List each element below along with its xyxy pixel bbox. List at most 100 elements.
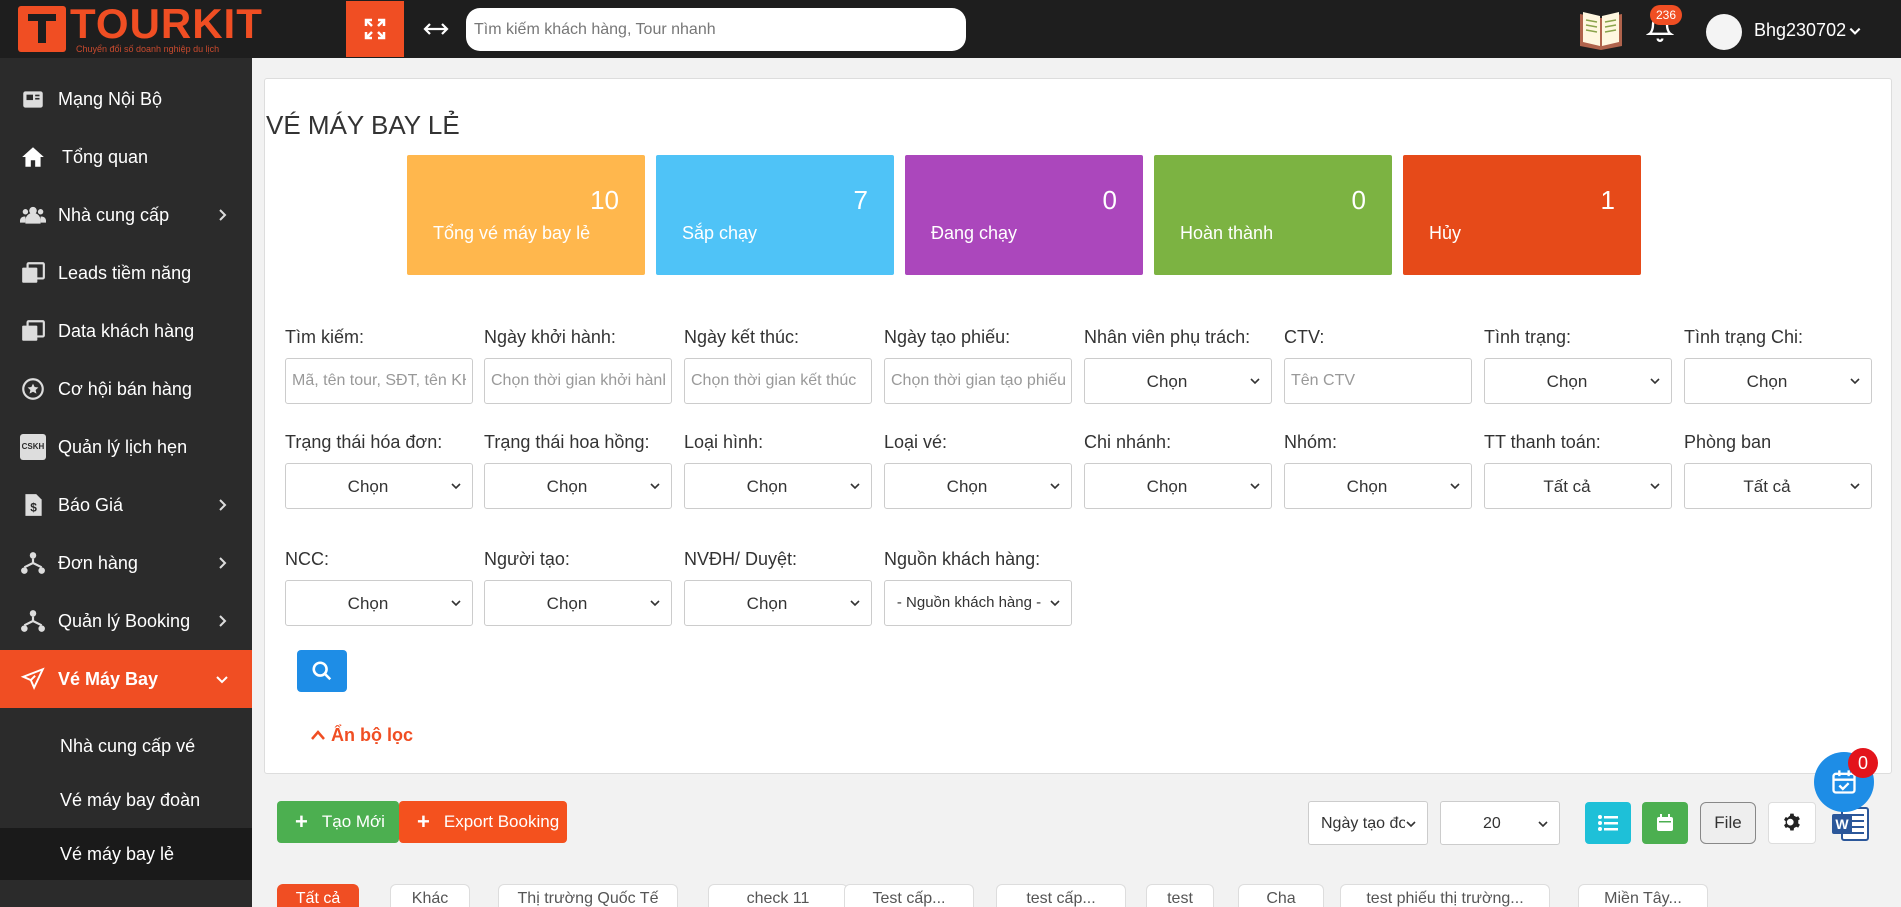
staff-select[interactable]: Chọn xyxy=(1084,358,1272,404)
plus-icon: + xyxy=(417,809,430,834)
tab-check-11[interactable]: check 11 xyxy=(708,884,848,907)
file-button[interactable]: File xyxy=(1700,802,1756,844)
avatar[interactable] xyxy=(1706,14,1742,50)
chevron-right-icon xyxy=(219,499,227,511)
hide-filter-link[interactable]: Ẩn bộ lọc xyxy=(310,725,413,746)
commission-status-select[interactable]: Chọn xyxy=(484,463,672,509)
chevron-right-icon xyxy=(219,615,227,627)
search-label: Tìm kiếm: xyxy=(285,327,364,347)
fullscreen-button[interactable] xyxy=(346,1,404,57)
sidebar-item-leads[interactable]: Leads tiềm năng xyxy=(0,244,252,302)
creator-select[interactable]: Chọn xyxy=(484,580,672,626)
chevron-down-icon xyxy=(1250,483,1260,490)
payment-status-select[interactable]: Tất cả xyxy=(1484,463,1672,509)
created-date-input[interactable] xyxy=(884,358,1072,404)
branch-select[interactable]: Chọn xyxy=(1084,463,1272,509)
stat-value: 0 xyxy=(1102,185,1117,215)
page-size-select[interactable]: 20 xyxy=(1440,801,1560,845)
newspaper-icon xyxy=(23,91,43,108)
commission-status-label: Trạng thái hoa hồng: xyxy=(484,432,650,452)
chevron-down-icon xyxy=(1250,378,1260,385)
sidebar-subitem-label: Vé máy bay lẻ xyxy=(60,844,175,864)
sidebar-item-quotation[interactable]: $ Báo Giá xyxy=(0,476,252,534)
sidebar-item-label: Data khách hàng xyxy=(58,321,195,341)
sidebar-subitem-group-tickets[interactable]: Vé máy bay đoàn xyxy=(0,774,252,826)
group-select[interactable]: Chọn xyxy=(1284,463,1472,509)
gear-icon xyxy=(1784,813,1800,831)
tab-test-cap-1[interactable]: Test cấp... xyxy=(844,884,974,907)
stat-card-upcoming[interactable]: 7 Sắp chạy xyxy=(656,155,894,275)
tab-test[interactable]: test xyxy=(1146,884,1214,907)
tab-cha[interactable]: Cha xyxy=(1238,884,1324,907)
select-value: Ngày tạo đơn xyxy=(1321,815,1405,832)
task-count-badge: 0 xyxy=(1848,748,1878,778)
type-select[interactable]: Chọn xyxy=(684,463,872,509)
sort-select[interactable]: Ngày tạo đơn xyxy=(1308,801,1428,845)
export-booking-button[interactable]: + Export Booking xyxy=(399,801,567,843)
open-book-icon[interactable] xyxy=(1578,8,1624,50)
horizontal-arrows-icon[interactable] xyxy=(420,14,452,44)
sidebar-item-label: Quản lý Booking xyxy=(58,611,191,631)
tab-all[interactable]: Tất cả xyxy=(277,884,359,907)
sidebar-item-booking[interactable]: Quản lý Booking xyxy=(0,592,252,650)
sidebar-item-overview[interactable]: Tổng quan xyxy=(0,128,252,186)
end-date-input[interactable] xyxy=(684,358,872,404)
settings-button[interactable] xyxy=(1768,802,1816,844)
calendar-view-button[interactable] xyxy=(1642,802,1688,844)
sidebar-item-appointments[interactable]: CSKH Quản lý lịch hẹn xyxy=(0,418,252,476)
quick-search-input[interactable] xyxy=(466,8,966,51)
invoice-status-select[interactable]: Chọn xyxy=(285,463,473,509)
branch-label: Chi nhánh: xyxy=(1084,432,1172,452)
tourkit-logo[interactable]: TOURKIT Chuyển đổi số doanh nghiệp du lị… xyxy=(18,2,262,54)
sidebar-subitem-label: Nhà cung cấp vé xyxy=(60,736,196,756)
department-select[interactable]: Tất cả xyxy=(1684,463,1872,509)
ticket-type-label: Loại vé: xyxy=(884,432,948,452)
sidebar-item-orders[interactable]: Đơn hàng xyxy=(0,534,252,592)
departure-date-input[interactable] xyxy=(484,358,672,404)
stat-value: 1 xyxy=(1600,185,1615,215)
stat-card-total[interactable]: 10 Tổng vé máy bay lẻ xyxy=(407,155,645,275)
tab-other[interactable]: Khác xyxy=(390,884,470,907)
tab-test-cap-2[interactable]: test cấp... xyxy=(996,884,1126,907)
chevron-down-icon xyxy=(1650,378,1660,385)
ctv-input[interactable] xyxy=(1284,358,1472,404)
stat-card-running[interactable]: 0 Đang chạy xyxy=(905,155,1143,275)
chevron-up-icon xyxy=(311,730,325,740)
chevron-down-icon[interactable] xyxy=(1848,24,1862,38)
filter-search-button[interactable] xyxy=(297,650,347,692)
sidebar-subitem-ticket-suppliers[interactable]: Nhà cung cấp vé xyxy=(0,720,252,772)
customer-source-select[interactable]: - Nguồn khách hàng - xyxy=(884,580,1072,626)
chevron-down-icon xyxy=(451,483,461,490)
status-select[interactable]: Chọn xyxy=(1484,358,1672,404)
create-new-button[interactable]: + Tạo Mới xyxy=(277,801,399,843)
creator-label: Người tạo: xyxy=(484,549,570,569)
supplier-select[interactable]: Chọn xyxy=(285,580,473,626)
operator-select[interactable]: Chọn xyxy=(684,580,872,626)
stat-value: 0 xyxy=(1351,185,1366,215)
list-view-button[interactable] xyxy=(1585,802,1631,844)
logo-text: TOURKIT xyxy=(70,0,263,47)
sidebar-item-customer-data[interactable]: Data khách hàng xyxy=(0,302,252,360)
dollar-doc-icon: $ xyxy=(25,494,42,516)
ticket-type-select[interactable]: Chọn xyxy=(884,463,1072,509)
sidebar-item-label: Nhà cung cấp xyxy=(58,205,170,225)
expense-status-select[interactable]: Chọn xyxy=(1684,358,1872,404)
sidebar-item-suppliers[interactable]: Nhà cung cấp xyxy=(0,186,252,244)
sidebar-item-flight-tickets[interactable]: Vé Máy Bay xyxy=(0,650,252,708)
stat-label: Sắp chạy xyxy=(682,223,758,243)
stat-card-cancelled[interactable]: 1 Hủy xyxy=(1403,155,1641,275)
tab-test-market[interactable]: test phiếu thị trường... xyxy=(1340,884,1550,907)
sidebar-item-label: Mạng Nội Bộ xyxy=(58,89,163,109)
sidebar-subitem-label: Vé máy bay đoàn xyxy=(60,790,201,810)
sidebar-item-sales-opportunities[interactable]: Cơ hội bán hàng xyxy=(0,360,252,418)
chevron-down-icon xyxy=(1450,483,1460,490)
search-input[interactable] xyxy=(285,358,473,404)
sidebar-subitem-single-tickets[interactable]: Vé máy bay lẻ xyxy=(0,828,252,880)
tab-mien-tay[interactable]: Miền Tây... xyxy=(1578,884,1708,907)
stat-card-completed[interactable]: 0 Hoàn thành xyxy=(1154,155,1392,275)
sidebar-item-internal-network[interactable]: Mạng Nội Bộ xyxy=(0,70,252,128)
user-name[interactable]: Bhg230702 xyxy=(1754,20,1846,41)
stat-value: 7 xyxy=(853,185,868,215)
tab-international[interactable]: Thị trường Quốc Tế xyxy=(498,884,678,907)
top-bar: TOURKIT Chuyển đổi số doanh nghiệp du lị… xyxy=(0,0,1901,58)
